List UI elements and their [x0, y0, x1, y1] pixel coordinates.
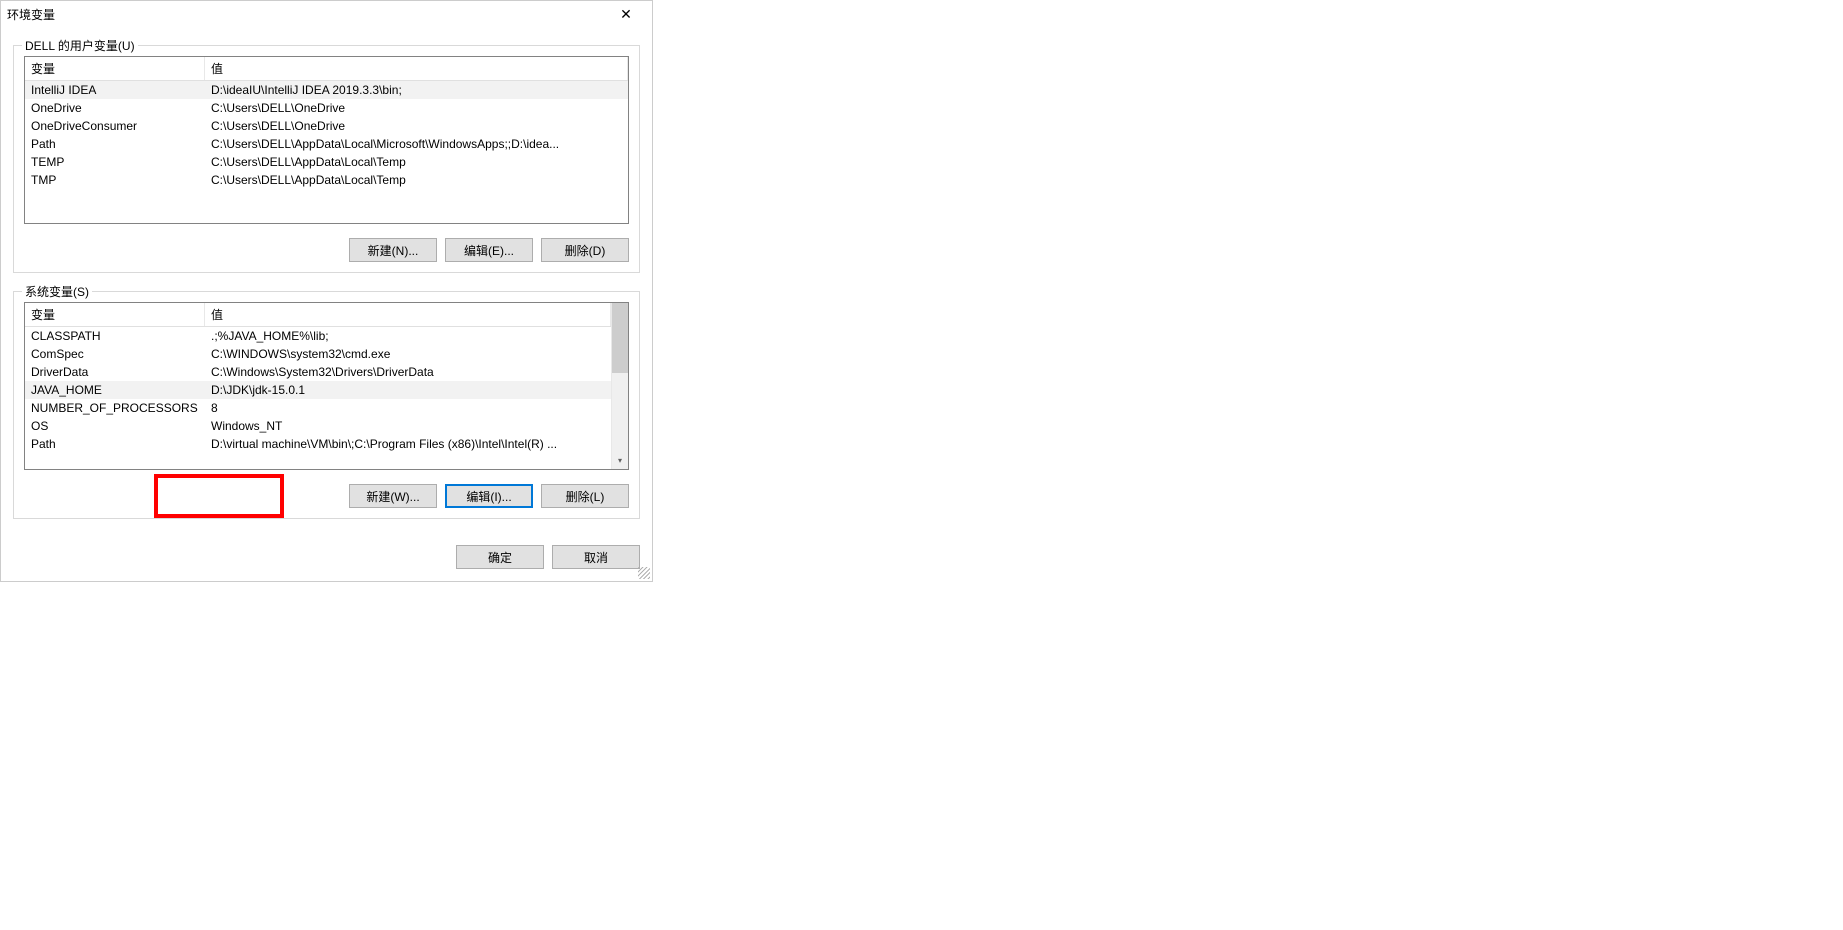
user-variables-list[interactable]: 变量 值 IntelliJ IDEAD:\ideaIU\IntelliJ IDE…: [24, 56, 629, 224]
cell-name: Path: [25, 135, 205, 153]
cell-name: ComSpec: [25, 345, 205, 363]
table-row[interactable]: OSWindows_NT: [25, 417, 611, 435]
user-variables-list-header: 变量 值: [25, 57, 628, 81]
dialog-title: 环境变量: [7, 6, 55, 23]
cell-value: C:\Users\DELL\AppData\Local\Temp: [205, 171, 628, 189]
ok-button[interactable]: 确定: [456, 545, 544, 569]
environment-variables-dialog: 环境变量 ✕ DELL 的用户变量(U) 变量 值 IntelliJ IDEAD…: [0, 0, 653, 582]
cell-value: C:\Users\DELL\AppData\Local\Temp: [205, 153, 628, 171]
system-delete-button[interactable]: 删除(L): [541, 484, 629, 508]
system-variables-list[interactable]: 变量 值 CLASSPATH.;%JAVA_HOME%\lib;ComSpecC…: [24, 302, 629, 470]
list-content: 变量 值 CLASSPATH.;%JAVA_HOME%\lib;ComSpecC…: [25, 303, 611, 469]
cell-value: D:\virtual machine\VM\bin\;C:\Program Fi…: [205, 435, 611, 453]
column-header-value[interactable]: 值: [205, 57, 628, 80]
table-row[interactable]: NUMBER_OF_PROCESSORS8: [25, 399, 611, 417]
scroll-thumb[interactable]: [612, 303, 628, 373]
cell-name: Path: [25, 435, 205, 453]
table-row[interactable]: DriverDataC:\Windows\System32\Drivers\Dr…: [25, 363, 611, 381]
user-variables-buttons: 新建(N)... 编辑(E)... 删除(D): [24, 238, 629, 262]
cell-value: D:\JDK\jdk-15.0.1: [205, 381, 611, 399]
table-row[interactable]: IntelliJ IDEAD:\ideaIU\IntelliJ IDEA 201…: [25, 81, 628, 99]
cell-name: TMP: [25, 171, 205, 189]
cell-value: C:\WINDOWS\system32\cmd.exe: [205, 345, 611, 363]
user-edit-button[interactable]: 编辑(E)...: [445, 238, 533, 262]
cell-name: JAVA_HOME: [25, 381, 205, 399]
table-row[interactable]: CLASSPATH.;%JAVA_HOME%\lib;: [25, 327, 611, 345]
system-variables-group: 系统变量(S) 变量 值 CLASSPATH.;%JAVA_HOME%\lib;…: [13, 291, 640, 519]
resize-grip-icon[interactable]: [638, 567, 650, 579]
system-list-scrollbar[interactable]: ▾: [611, 303, 628, 469]
table-row[interactable]: OneDriveConsumerC:\Users\DELL\OneDrive: [25, 117, 628, 135]
system-variables-group-label: 系统变量(S): [22, 283, 92, 300]
cell-value: C:\Users\DELL\AppData\Local\Microsoft\Wi…: [205, 135, 628, 153]
system-variables-buttons: 新建(W)... 编辑(I)... 删除(L): [24, 484, 629, 508]
cell-name: OneDrive: [25, 99, 205, 117]
scroll-down-icon[interactable]: ▾: [612, 452, 628, 469]
table-row[interactable]: TEMPC:\Users\DELL\AppData\Local\Temp: [25, 153, 628, 171]
user-delete-button[interactable]: 删除(D): [541, 238, 629, 262]
cell-value: C:\Users\DELL\OneDrive: [205, 99, 628, 117]
column-header-name[interactable]: 变量: [25, 303, 205, 326]
cancel-button[interactable]: 取消: [552, 545, 640, 569]
cell-name: NUMBER_OF_PROCESSORS: [25, 399, 205, 417]
user-variables-rows: IntelliJ IDEAD:\ideaIU\IntelliJ IDEA 201…: [25, 81, 628, 189]
cell-name: DriverData: [25, 363, 205, 381]
list-content: 变量 值 IntelliJ IDEAD:\ideaIU\IntelliJ IDE…: [25, 57, 628, 223]
system-variables-list-header: 变量 值: [25, 303, 611, 327]
table-row[interactable]: JAVA_HOMED:\JDK\jdk-15.0.1: [25, 381, 611, 399]
table-row[interactable]: TMPC:\Users\DELL\AppData\Local\Temp: [25, 171, 628, 189]
cell-value: C:\Windows\System32\Drivers\DriverData: [205, 363, 611, 381]
dialog-body: DELL 的用户变量(U) 变量 值 IntelliJ IDEAD:\ideaI…: [1, 27, 652, 541]
table-row[interactable]: PathC:\Users\DELL\AppData\Local\Microsof…: [25, 135, 628, 153]
table-row[interactable]: ComSpecC:\WINDOWS\system32\cmd.exe: [25, 345, 611, 363]
close-icon: ✕: [620, 6, 632, 23]
cell-name: CLASSPATH: [25, 327, 205, 345]
cell-name: IntelliJ IDEA: [25, 81, 205, 99]
annotation-highlight: [154, 474, 284, 518]
user-variables-group-label: DELL 的用户变量(U): [22, 37, 138, 54]
cell-name: OS: [25, 417, 205, 435]
column-header-name[interactable]: 变量: [25, 57, 205, 80]
close-button[interactable]: ✕: [606, 3, 646, 25]
cell-value: Windows_NT: [205, 417, 611, 435]
dialog-title-bar: 环境变量 ✕: [1, 1, 652, 27]
cell-value: D:\ideaIU\IntelliJ IDEA 2019.3.3\bin;: [205, 81, 628, 99]
column-header-value[interactable]: 值: [205, 303, 611, 326]
system-variables-rows: CLASSPATH.;%JAVA_HOME%\lib;ComSpecC:\WIN…: [25, 327, 611, 453]
user-new-button[interactable]: 新建(N)...: [349, 238, 437, 262]
dialog-footer: 确定 取消: [1, 541, 652, 581]
system-new-button[interactable]: 新建(W)...: [349, 484, 437, 508]
cell-value: 8: [205, 399, 611, 417]
table-row[interactable]: PathD:\virtual machine\VM\bin\;C:\Progra…: [25, 435, 611, 453]
cell-name: OneDriveConsumer: [25, 117, 205, 135]
cell-value: C:\Users\DELL\OneDrive: [205, 117, 628, 135]
cell-value: .;%JAVA_HOME%\lib;: [205, 327, 611, 345]
user-variables-group: DELL 的用户变量(U) 变量 值 IntelliJ IDEAD:\ideaI…: [13, 45, 640, 273]
system-edit-button[interactable]: 编辑(I)...: [445, 484, 533, 508]
cell-name: TEMP: [25, 153, 205, 171]
table-row[interactable]: OneDriveC:\Users\DELL\OneDrive: [25, 99, 628, 117]
